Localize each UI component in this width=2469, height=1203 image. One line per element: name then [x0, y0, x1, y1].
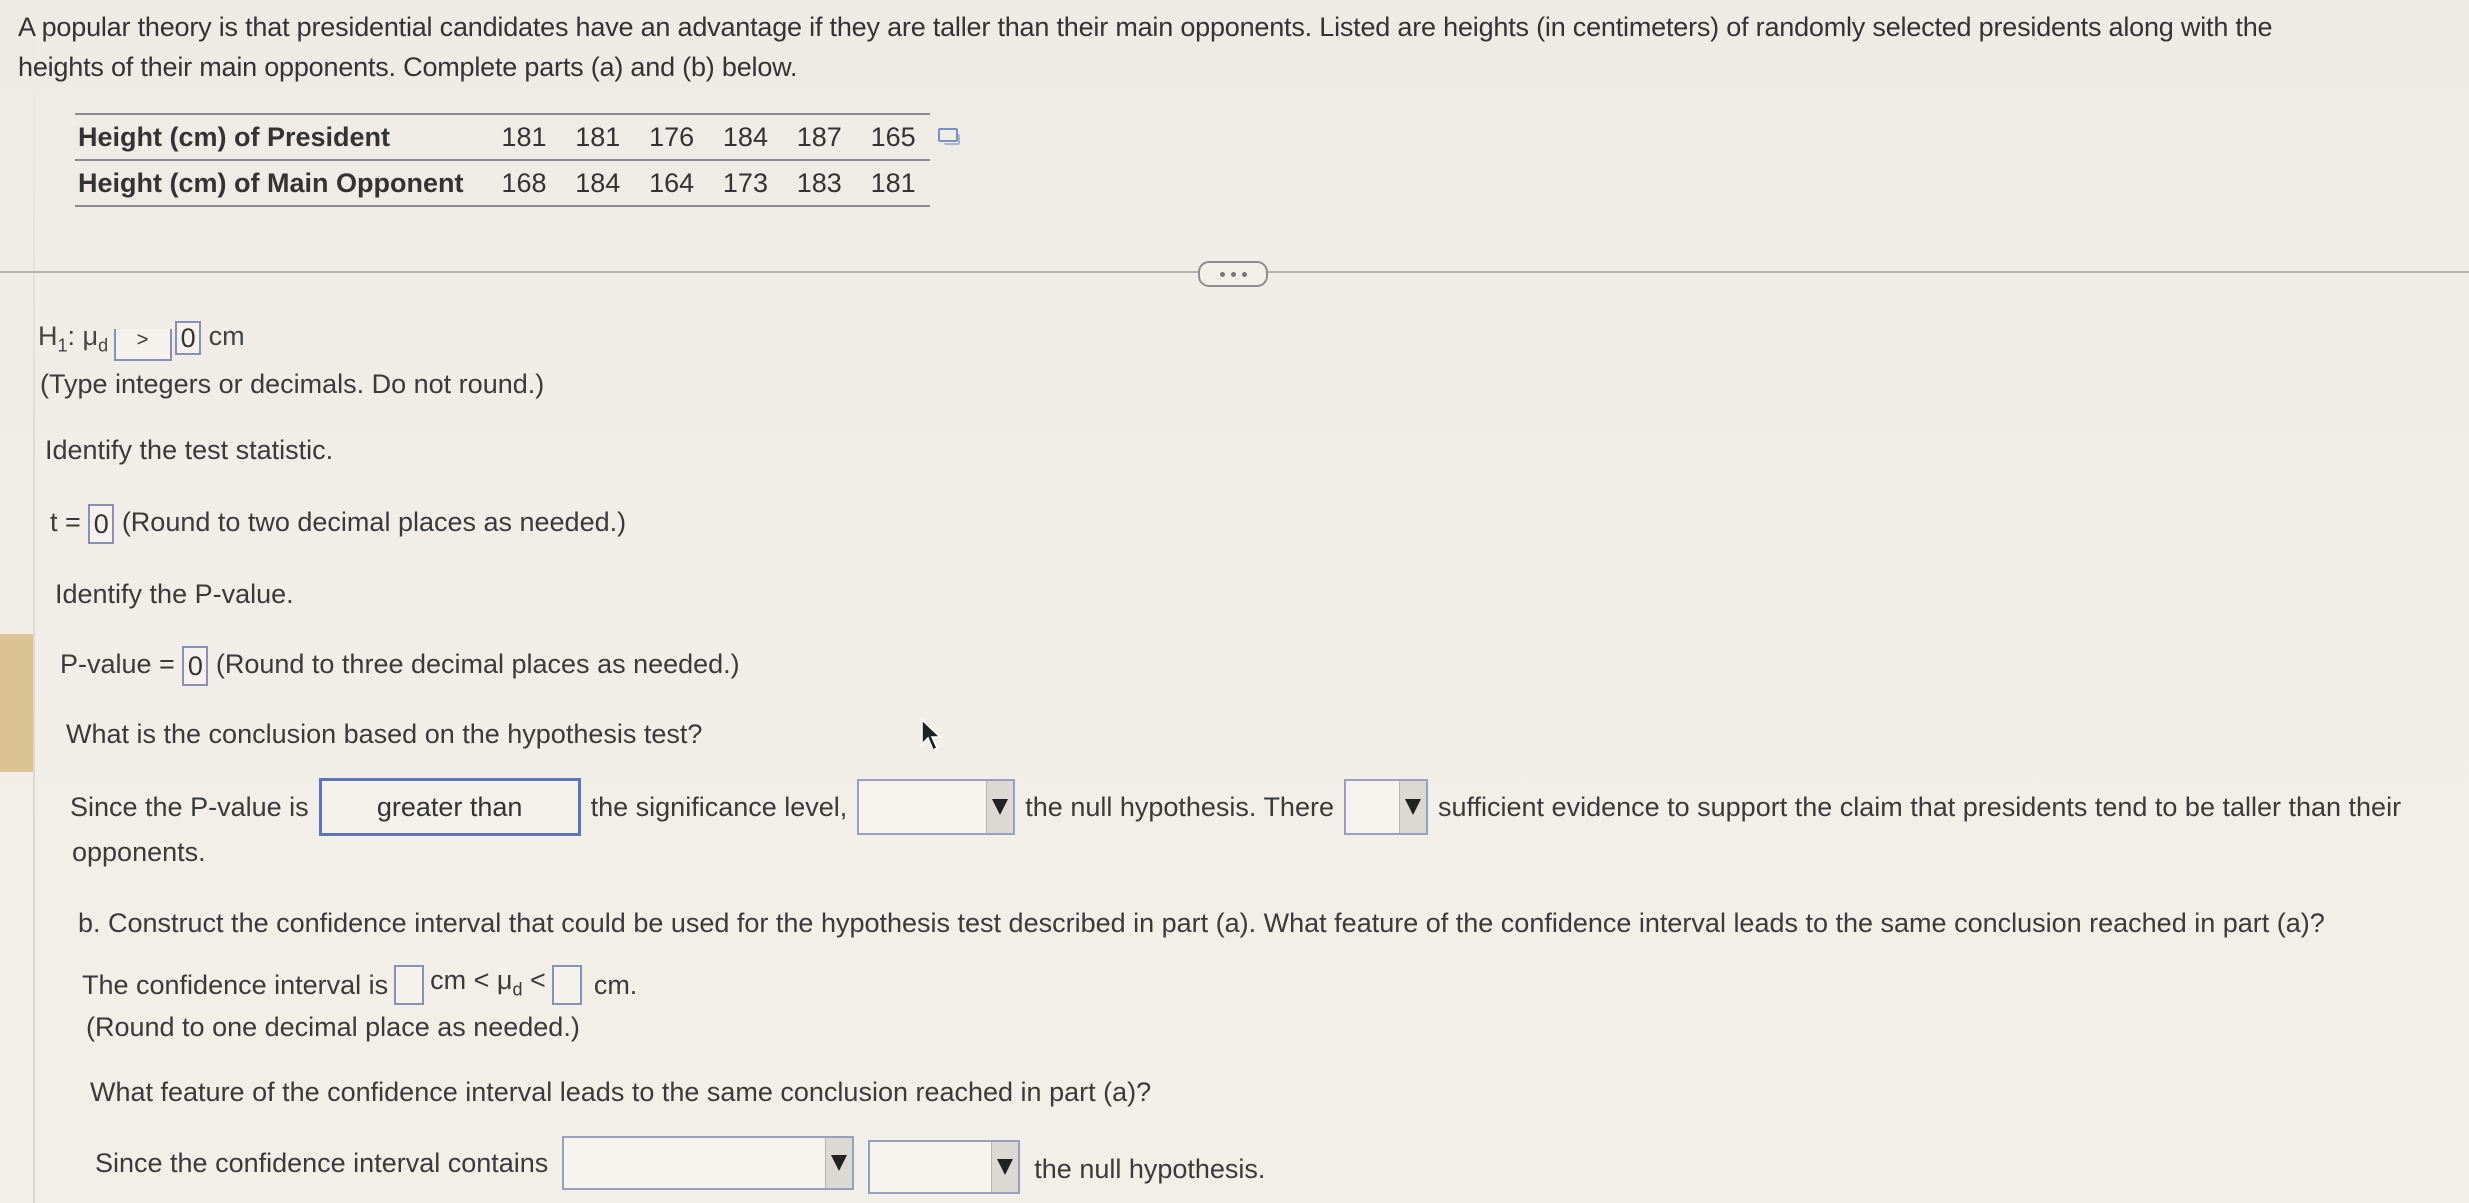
table-cell: 183 [796, 167, 842, 198]
evidence-select[interactable] [1343, 779, 1428, 835]
h1-value-input[interactable]: 0 [175, 320, 202, 355]
h1-hint: (Type integers or decimals. Do not round… [40, 369, 545, 399]
table-rule [75, 205, 930, 207]
feature-sentence: Since the confidence interval contains t… [95, 1132, 1265, 1194]
comparison-select[interactable]: greater than [318, 778, 581, 836]
table-row: Height (cm) of President 181 181 176 184… [75, 115, 930, 159]
test-stat-prompt: Identify the test statistic. [45, 435, 334, 465]
table-cell: 181 [501, 121, 547, 152]
ci-lower-input[interactable] [394, 964, 425, 1005]
copy-table-icon[interactable] [938, 128, 960, 145]
conclusion-prompt: What is the conclusion based on the hypo… [66, 719, 703, 749]
feature-prompt: What feature of the confidence interval … [90, 1077, 1152, 1107]
ci-upper-input[interactable] [551, 964, 582, 1005]
dot-icon [1230, 271, 1236, 277]
dropdown-arrow-icon [986, 781, 1014, 833]
feature-select-1[interactable] [562, 1136, 855, 1190]
dot-icon [1219, 271, 1225, 277]
table-cell: 184 [722, 121, 768, 152]
mouse-cursor-icon [921, 718, 942, 752]
decision-select[interactable] [857, 779, 1016, 835]
show-more-button[interactable] [1198, 261, 1268, 287]
table-cell: 164 [649, 167, 695, 198]
pvalue-prompt: Identify the P-value. [55, 579, 294, 609]
left-edge-line [33, 0, 35, 1203]
table-cell: 165 [870, 121, 916, 152]
table-cell: 184 [575, 167, 621, 198]
row-header: Height (cm) of President [78, 121, 391, 152]
ci-line: The confidence interval is cm < μd < cm. [82, 964, 637, 1005]
intro-line-2: heights of their main opponents. Complet… [18, 52, 798, 82]
dropdown-arrow-icon [825, 1138, 853, 1188]
table-cell: 187 [796, 121, 842, 152]
row-header: Height (cm) of Main Opponent [78, 167, 464, 198]
t-stat-line: t = 0 (Round to two decimal places as ne… [50, 504, 626, 544]
ci-hint: (Round to one decimal place as needed.) [86, 1012, 580, 1042]
table-cell: 176 [649, 121, 695, 152]
pvalue-line: P-value = 0 (Round to three decimal plac… [60, 646, 740, 686]
left-highlight-strip [0, 634, 33, 772]
part-b-prompt: b. Construct the confidence interval tha… [78, 908, 2325, 938]
conclusion-continuation: opponents. [72, 837, 206, 867]
h1-operator-input[interactable]: > [113, 329, 172, 362]
conclusion-sentence: Since the P-value is greater than the si… [70, 778, 2401, 836]
table-cell: 181 [870, 167, 916, 198]
heights-table: Height (cm) of President 181 181 176 184… [75, 113, 930, 207]
dropdown-arrow-icon [991, 1142, 1019, 1192]
table-cell: 181 [575, 121, 621, 152]
table-cell: 168 [501, 167, 547, 198]
t-value-input[interactable]: 0 [88, 504, 115, 544]
table-row: Height (cm) of Main Opponent 168 184 164… [75, 161, 930, 205]
pvalue-input[interactable]: 0 [182, 646, 209, 686]
alt-hypothesis-line: H1: μd > 0 cm [38, 320, 245, 362]
dropdown-arrow-icon [1398, 781, 1426, 833]
table-cell: 173 [722, 167, 768, 198]
intro-line-1: A popular theory is that presidential ca… [18, 12, 2273, 42]
feature-select-2[interactable] [868, 1140, 1021, 1194]
dot-icon [1241, 271, 1247, 277]
